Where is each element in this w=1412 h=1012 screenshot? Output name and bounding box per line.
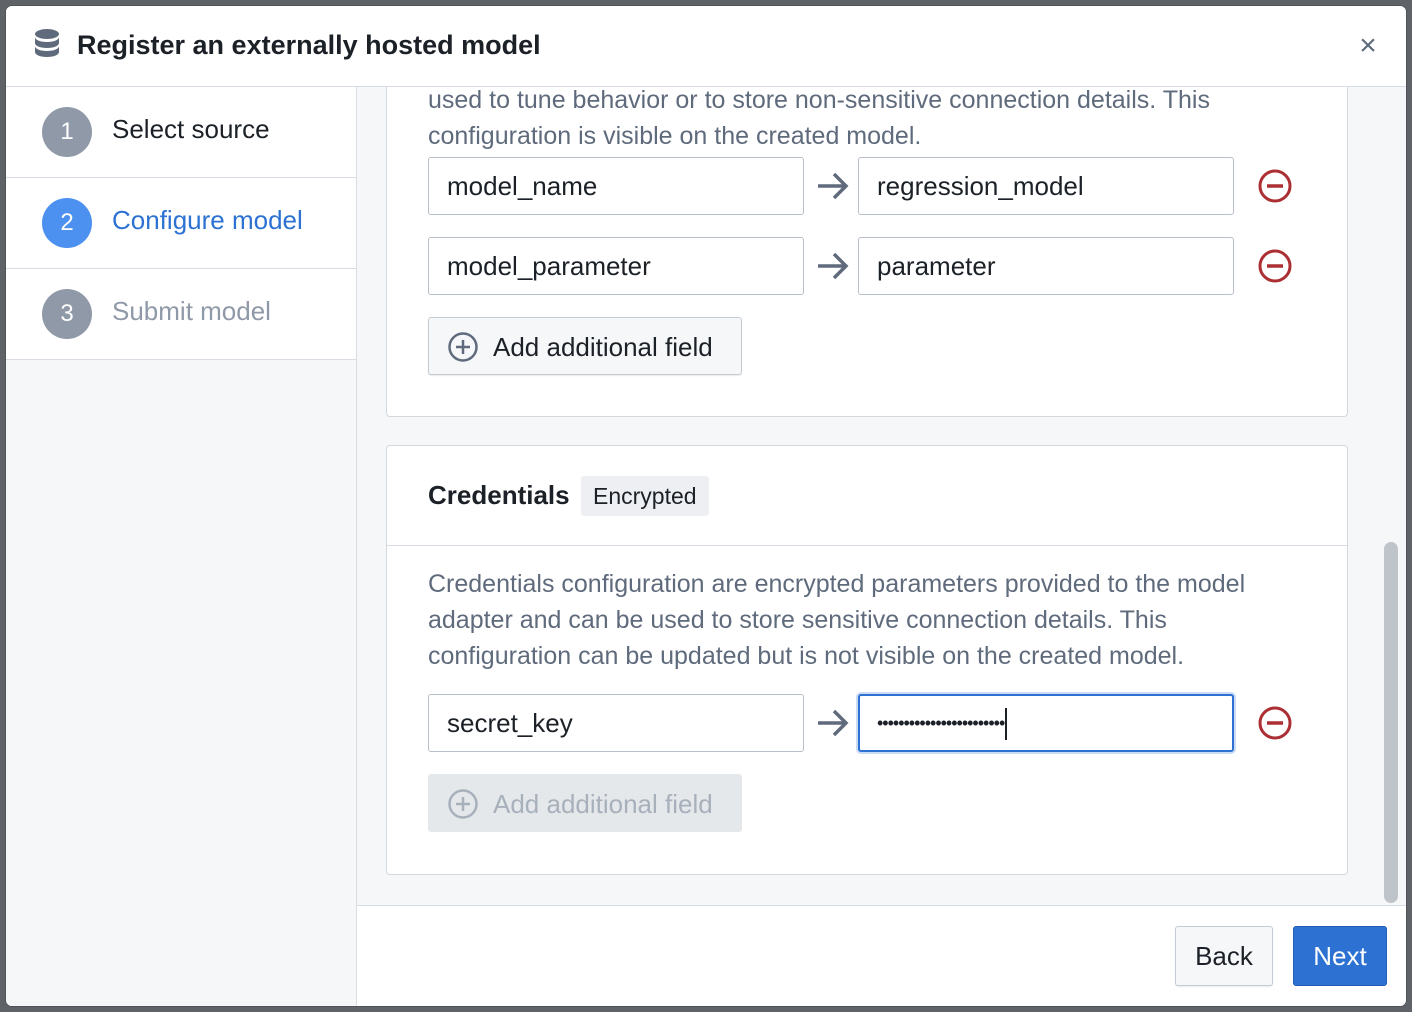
credential-key-input[interactable]: secret_key — [428, 694, 804, 752]
step-number: 3 — [42, 289, 92, 339]
scrollbar-thumb[interactable] — [1384, 542, 1398, 903]
remove-field-icon[interactable] — [1257, 168, 1293, 204]
dialog-title: Register an externally hosted model — [77, 30, 541, 60]
main-scroll-area[interactable]: used to tune behavior or to store non-se… — [357, 87, 1406, 905]
text-cursor — [1005, 708, 1008, 741]
dialog-header: Register an externally hosted model × — [6, 6, 1406, 87]
config-value-input[interactable]: parameter — [858, 237, 1234, 295]
step-number: 1 — [42, 107, 92, 157]
close-icon[interactable]: × — [1352, 30, 1384, 62]
back-button[interactable]: Back — [1175, 926, 1273, 986]
add-button-label: Add additional field — [493, 789, 713, 819]
password-dots: •••••••••••••••••••••••• — [877, 713, 1005, 733]
config-value-input[interactable]: regression_model — [858, 157, 1234, 215]
arrow-right-icon — [818, 172, 849, 200]
step-label: Submit model — [112, 296, 271, 326]
add-circle-icon — [448, 789, 478, 819]
database-icon — [35, 29, 59, 57]
step-configure-model[interactable]: 2 Configure model — [6, 178, 356, 269]
step-label: Configure model — [112, 205, 303, 235]
arrow-right-icon — [818, 252, 849, 280]
step-submit-model: 3 Submit model — [6, 269, 356, 360]
configuration-card: used to tune behavior or to store non-se… — [386, 87, 1348, 417]
register-model-dialog: Register an externally hosted model × 1 … — [6, 6, 1406, 1006]
remove-field-icon[interactable] — [1257, 248, 1293, 284]
configuration-description-partial: used to tune behavior or to store non-se… — [428, 87, 1210, 114]
dialog-footer: Back Next — [357, 905, 1406, 1006]
remove-field-icon[interactable] — [1257, 705, 1293, 741]
credentials-description-line: adapter and can be used to store sensiti… — [428, 606, 1167, 634]
credentials-description-line: configuration can be updated but is not … — [428, 642, 1185, 670]
add-button-label: Add additional field — [493, 332, 713, 362]
credentials-divider — [387, 545, 1347, 546]
configuration-description: configuration is visible on the created … — [428, 122, 922, 150]
add-credential-field-button: Add additional field — [428, 774, 742, 832]
credential-value-password-input[interactable]: •••••••••••••••••••••••• — [858, 694, 1234, 752]
add-config-field-button[interactable]: Add additional field — [428, 317, 742, 375]
credentials-description-line: Credentials configuration are encrypted … — [428, 570, 1246, 598]
next-button[interactable]: Next — [1293, 926, 1387, 986]
credentials-card: Credentials Encrypted Credentials config… — [386, 445, 1348, 875]
encrypted-tag: Encrypted — [581, 476, 709, 516]
step-label: Select source — [112, 114, 270, 144]
step-number: 2 — [42, 198, 92, 248]
credentials-title: Credentials — [428, 480, 570, 510]
arrow-right-icon — [818, 709, 849, 737]
step-select-source[interactable]: 1 Select source — [6, 87, 356, 178]
steps-sidebar: 1 Select source 2 Configure model 3 Subm… — [6, 87, 357, 1006]
config-key-input[interactable]: model_name — [428, 157, 804, 215]
config-key-input[interactable]: model_parameter — [428, 237, 804, 295]
add-circle-icon — [448, 332, 478, 362]
